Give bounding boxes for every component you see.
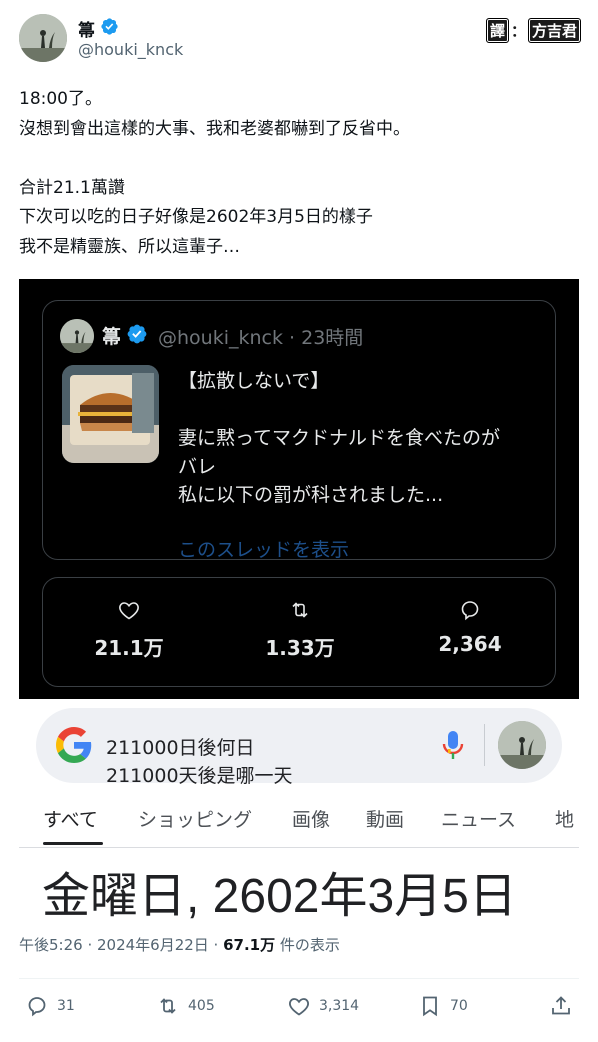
quoted-author-name: 箒 bbox=[102, 326, 122, 348]
share-icon bbox=[552, 996, 570, 1015]
show-thread-link[interactable]: このスレッドを表示 bbox=[178, 535, 349, 562]
tweet-text: 18:00了。 沒想到會出這樣的大事、我和老婆都嚇到了反省中。 合計21.1萬讚… bbox=[19, 85, 579, 262]
tweet-line: 18:00了。 bbox=[19, 89, 102, 109]
like-count: 3,314 bbox=[319, 998, 360, 1014]
heart-icon bbox=[119, 602, 139, 620]
google-search-bar[interactable]: 211000日後何日 211000天後是哪一天 bbox=[36, 708, 562, 787]
google-tabs: すべて ショッピング 画像 動画 ニュース 地 bbox=[19, 800, 579, 848]
translator-credit-badge: 譯 ： 方吉君 bbox=[486, 18, 582, 43]
google-logo-icon bbox=[56, 727, 92, 763]
verified-badge-icon bbox=[101, 18, 118, 35]
translator-separator: ： bbox=[511, 22, 527, 40]
tab-news[interactable]: ニュース bbox=[441, 805, 516, 832]
repost-button[interactable]: 405 bbox=[156, 994, 215, 1018]
share-button[interactable] bbox=[549, 994, 573, 1018]
microphone-icon[interactable] bbox=[441, 729, 465, 761]
repost-count: 405 bbox=[188, 998, 215, 1014]
quoted-handle-time: @houki_knck · 23時間 bbox=[158, 327, 364, 349]
tweet-line: 下次可以吃的日子好像是2602年3月5日的樣子 bbox=[19, 207, 373, 227]
tweet-line bbox=[19, 144, 579, 174]
reply-count: 31 bbox=[57, 998, 75, 1014]
reply-button[interactable]: 31 bbox=[25, 994, 75, 1018]
quoted-repost-stat[interactable]: 1.33万 bbox=[230, 598, 370, 661]
quoted-reply-count: 2,364 bbox=[438, 632, 502, 656]
view-count: 67.1万 bbox=[223, 936, 276, 954]
quoted-like-count: 21.1万 bbox=[94, 636, 164, 660]
bookmark-icon bbox=[423, 996, 437, 1017]
quoted-author-avatar bbox=[60, 319, 94, 353]
translator-label: 譯 bbox=[486, 18, 510, 43]
tab-all[interactable]: すべて bbox=[43, 805, 98, 832]
quoted-post-screenshot[interactable]: 箒 @houki_knck · 23時間 【拡散しないで】 妻に黙ってマクドナル… bbox=[19, 279, 579, 699]
tweet-line: 沒想到會出這樣的大事、我和老婆都嚇到了反省中。 bbox=[19, 118, 410, 139]
active-tab-indicator bbox=[43, 842, 103, 845]
search-bar-divider bbox=[484, 724, 485, 766]
google-account-avatar[interactable] bbox=[498, 721, 546, 769]
post-timestamp[interactable]: 午後5:26 · 2024年6月22日 · bbox=[19, 936, 223, 954]
heart-icon bbox=[289, 998, 309, 1016]
burger-photo bbox=[62, 365, 159, 463]
quoted-line bbox=[178, 396, 548, 425]
quoted-like-stat[interactable]: 21.1万 bbox=[59, 598, 199, 661]
author-handle[interactable]: @houki_knck bbox=[78, 40, 183, 59]
repost-icon bbox=[292, 602, 308, 618]
search-query-japanese[interactable]: 211000日後何日 bbox=[106, 733, 255, 760]
bookmark-count: 70 bbox=[450, 998, 468, 1014]
tab-videos[interactable]: 動画 bbox=[366, 805, 404, 832]
translator-name: 方吉君 bbox=[528, 18, 582, 43]
quoted-line: バレ bbox=[178, 455, 217, 478]
view-suffix: 件の表示 bbox=[275, 936, 340, 954]
repost-icon bbox=[160, 998, 176, 1014]
author-avatar[interactable] bbox=[19, 14, 67, 62]
quoted-line: 【拡散しないで】 bbox=[178, 370, 330, 392]
quoted-post-card[interactable]: 箒 @houki_knck · 23時間 【拡散しないで】 妻に黙ってマクドナル… bbox=[42, 300, 556, 562]
tab-maps[interactable]: 地 bbox=[555, 805, 579, 832]
tweet-line: 我不是精靈族、所以這輩子… bbox=[19, 236, 240, 257]
search-query-translation: 211000天後是哪一天 bbox=[106, 765, 293, 787]
tab-images[interactable]: 画像 bbox=[292, 805, 330, 832]
actions-divider bbox=[19, 978, 579, 979]
quoted-repost-count: 1.33万 bbox=[265, 636, 335, 660]
quoted-line: 妻に黙ってマクドナルドを食べたのが bbox=[178, 427, 501, 449]
tab-shopping[interactable]: ショッピング bbox=[138, 805, 252, 832]
author-display-name[interactable]: 箒 bbox=[78, 16, 95, 41]
bookmark-button[interactable]: 70 bbox=[418, 994, 468, 1018]
reply-icon bbox=[28, 997, 46, 1017]
reply-icon bbox=[461, 601, 479, 621]
post-meta: 午後5:26 · 2024年6月22日 · 67.1万 件の表示 bbox=[19, 934, 340, 955]
date-result: 金曜日, 2602年3月5日 bbox=[42, 870, 517, 923]
quoted-line: 私に以下の罰が科されました... bbox=[178, 484, 444, 506]
quoted-post-text: 【拡散しないで】 妻に黙ってマクドナルドを食べたのが バレ 私に以下の罰が科され… bbox=[178, 367, 548, 510]
tweet-line: 合計21.1萬讚 bbox=[19, 177, 125, 198]
quoted-verified-badge-icon bbox=[127, 324, 147, 344]
quoted-reply-stat[interactable]: 2,364 bbox=[400, 598, 540, 656]
like-button[interactable]: 3,314 bbox=[287, 994, 359, 1018]
quoted-stats-card: 21.1万 1.33万 2,364 bbox=[42, 577, 556, 687]
